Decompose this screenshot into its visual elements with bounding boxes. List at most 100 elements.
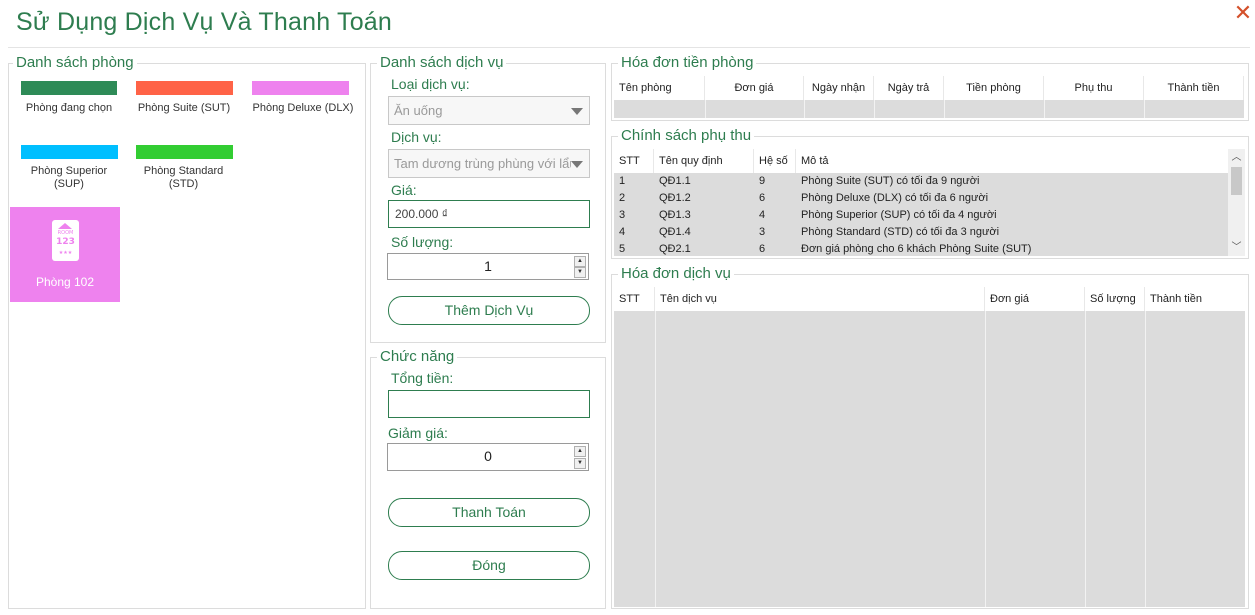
legend-label-superior: Phòng Superior (SUP) (30, 165, 108, 190)
cell-code: QĐ1.1 (659, 175, 691, 187)
legend-label-standard: Phòng Standard (STD) (143, 165, 224, 190)
service-type-label: Loại dịch vụ: (391, 76, 470, 92)
column-header[interactable]: Ngày nhận (804, 76, 874, 100)
grid-line (1044, 100, 1045, 118)
grid-line (1144, 100, 1145, 118)
close-icon[interactable]: ✕ (1232, 3, 1254, 25)
column-header[interactable]: Mô tả (796, 149, 1228, 173)
vertical-scrollbar[interactable]: ︿ ﹀ (1228, 149, 1245, 256)
service-combobox[interactable]: Tam dương trùng phùng với lẩu (388, 149, 590, 178)
chevron-down-icon[interactable] (571, 161, 583, 168)
surcharge-table: STT Tên quy định Hệ số Mô tả 1 QĐ1.1 9 P… (614, 149, 1245, 256)
legend-label-selected: Phòng đang chọn (25, 102, 113, 114)
grid-line (1145, 311, 1146, 607)
total-field[interactable] (388, 390, 590, 418)
scroll-thumb[interactable] (1231, 167, 1242, 195)
cell-code: QĐ1.2 (659, 192, 691, 204)
window-title: Sử Dụng Dịch Vụ Và Thanh Toán (16, 8, 393, 36)
cell-description: Phòng Superior (SUP) có tối đa 4 người (801, 209, 997, 221)
column-header[interactable]: Đơn giá (985, 287, 1085, 311)
column-header[interactable]: Tiền phòng (944, 76, 1044, 100)
spin-down-icon[interactable]: ▼ (574, 267, 586, 278)
cell-stt: 1 (619, 175, 626, 187)
spin-up-icon[interactable]: ▲ (574, 446, 586, 457)
column-header[interactable]: Hệ số (754, 149, 796, 173)
service-label: Dịch vụ: (391, 129, 442, 145)
cell-stt: 3 (619, 209, 626, 221)
room-invoice-label: Hóa đơn tiền phòng (618, 55, 757, 71)
legend-bar-suite (136, 81, 233, 95)
table-row[interactable]: 5 QĐ2.1 6 Đơn giá phòng cho 6 khách Phòn… (614, 241, 1228, 256)
total-label: Tổng tiền: (391, 370, 454, 386)
table-row[interactable]: 4 QĐ1.4 3 Phòng Standard (STD) có tối đa… (614, 224, 1228, 241)
quantity-value: 1 (484, 258, 492, 274)
grid-line (874, 100, 875, 118)
rooms-group-label: Danh sách phòng (13, 55, 137, 71)
close-button[interactable]: Đóng (388, 551, 590, 580)
cell-factor: 6 (759, 192, 766, 204)
column-header[interactable]: Tên dịch vụ (655, 287, 985, 311)
price-field[interactable]: 200.000 ₫ (388, 200, 590, 228)
room-icon-roof (58, 223, 72, 229)
quantity-stepper[interactable]: 1 ▲ ▼ (387, 253, 589, 280)
table-row[interactable]: 3 QĐ1.3 4 Phòng Superior (SUP) có tối đa… (614, 207, 1228, 224)
grid-line (985, 311, 986, 607)
legend-bar-standard (136, 145, 233, 159)
column-header[interactable]: STT (614, 287, 655, 311)
grid-line (804, 100, 805, 118)
add-service-button[interactable]: Thêm Dịch Vụ (388, 296, 590, 325)
column-header[interactable]: Tên phòng (614, 76, 705, 100)
pay-button[interactable]: Thanh Toán (388, 498, 590, 527)
grid-line (944, 100, 945, 118)
spin-up-icon[interactable]: ▲ (574, 256, 586, 267)
legend-label-suite: Phòng Suite (SUT) (137, 102, 231, 114)
discount-label: Giảm giá: (388, 425, 448, 441)
discount-stepper[interactable]: 0 ▲ ▼ (387, 443, 589, 471)
cell-factor: 6 (759, 243, 766, 255)
room-icon-number: 123 (56, 237, 75, 247)
column-header[interactable]: Thành tiền (1145, 287, 1245, 311)
legend-bar-selected (21, 81, 117, 95)
table-row[interactable]: 2 QĐ1.2 6 Phòng Deluxe (DLX) có tối đa 6… (614, 190, 1228, 207)
price-label: Giá: (391, 182, 417, 198)
functions-group-label: Chức năng (377, 349, 458, 365)
service-invoice-label: Hóa đơn dịch vụ (618, 266, 734, 282)
room-tile-102[interactable]: ROOM 123 ★★★ Phòng 102 (10, 207, 120, 302)
surcharge-body: 1 QĐ1.1 9 Phòng Suite (SUT) có tối đa 9 … (614, 173, 1228, 256)
service-type-combobox[interactable]: Ăn uống (388, 96, 590, 125)
column-header[interactable]: Ngày trả (874, 76, 944, 100)
scroll-up-icon[interactable]: ︿ (1228, 149, 1245, 166)
chevron-down-icon[interactable] (571, 108, 583, 115)
column-header[interactable]: Đơn giá (705, 76, 804, 100)
cell-description: Phòng Suite (SUT) có tối đa 9 người (801, 175, 980, 187)
room-icon-caption: ROOM (57, 230, 74, 236)
column-header[interactable]: STT (614, 149, 654, 173)
discount-value: 0 (484, 448, 492, 464)
legend-label-deluxe: Phòng Deluxe (DLX) (252, 102, 354, 114)
cell-code: QĐ1.3 (659, 209, 691, 221)
scroll-down-icon[interactable]: ﹀ (1228, 239, 1245, 256)
grid-line (1085, 311, 1086, 607)
grid-line (655, 311, 656, 607)
column-header[interactable]: Thành tiền (1144, 76, 1244, 100)
cell-stt: 5 (619, 243, 626, 255)
column-header[interactable]: Phụ thu (1044, 76, 1144, 100)
column-header[interactable]: Tên quy định (654, 149, 754, 173)
cell-factor: 9 (759, 175, 766, 187)
cell-description: Đơn giá phòng cho 6 khách Phòng Suite (S… (801, 243, 1032, 255)
quantity-label: Số lượng: (391, 234, 454, 250)
services-group-label: Danh sách dịch vụ (377, 55, 507, 71)
legend-bar-superior (21, 145, 118, 159)
legend-bar-deluxe (252, 81, 349, 95)
surcharge-header: STT Tên quy định Hệ số Mô tả (614, 149, 1228, 173)
column-header[interactable]: Số lượng (1085, 287, 1145, 311)
service-invoice-header: STT Tên dịch vụ Đơn giá Số lượng Thành t… (614, 287, 1245, 311)
grid-line (705, 100, 706, 118)
cell-factor: 4 (759, 209, 766, 221)
table-row[interactable]: 1 QĐ1.1 9 Phòng Suite (SUT) có tối đa 9 … (614, 173, 1228, 190)
cell-code: QĐ2.1 (659, 243, 691, 255)
cell-code: QĐ1.4 (659, 226, 691, 238)
cell-description: Phòng Deluxe (DLX) có tối đa 6 người (801, 192, 989, 204)
spin-down-icon[interactable]: ▼ (574, 458, 586, 469)
cell-stt: 2 (619, 192, 626, 204)
